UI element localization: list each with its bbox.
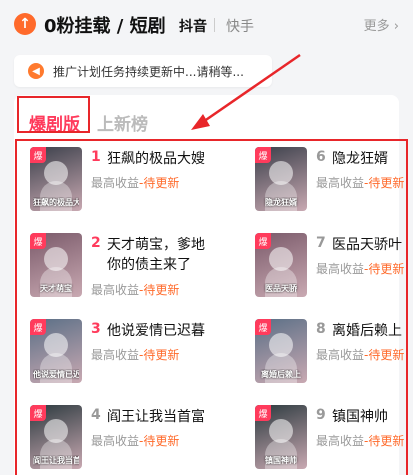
rank-number: 9 bbox=[316, 407, 326, 423]
drama-title[interactable]: 天才萌宝，爹地你的债主来了 bbox=[107, 235, 217, 275]
tab-douyin[interactable]: 抖音 bbox=[179, 16, 207, 36]
rank-number: 1 bbox=[91, 149, 101, 165]
earnings-label: 最高收益-待更新 bbox=[316, 346, 404, 363]
page-title: 0粉挂载 / 短剧 bbox=[44, 16, 166, 37]
cover-caption: 狂飙的极品大嫂 bbox=[33, 198, 79, 207]
hot-badge: 爆 bbox=[255, 319, 271, 335]
drama-title[interactable]: 隐龙狂婿 bbox=[332, 149, 413, 169]
drama-item[interactable]: 爆他说爱情已迟暮3他说爱情已迟暮最高收益-待更新 bbox=[30, 319, 210, 383]
cover-caption: 隐龙狂婿 bbox=[265, 198, 297, 207]
drama-item[interactable]: 爆天才萌宝 2 天才萌宝，爹地你的债主来了 最高收益-待更新 bbox=[30, 233, 210, 297]
header: ↑ 0粉挂载 / 短剧 抖音 快手 更多 › bbox=[0, 0, 413, 48]
drama-item[interactable]: 爆阎王让我当首富4阎王让我当首富最高收益-待更新 bbox=[30, 405, 210, 469]
drama-title[interactable]: 狂飙的极品大嫂 bbox=[107, 149, 217, 169]
drama-item[interactable]: 爆狂飙的极品大嫂1狂飙的极品大嫂最高收益-待更新 bbox=[30, 147, 210, 211]
earnings-label: 最高收益-待更新 bbox=[91, 346, 179, 363]
more-link[interactable]: 更多 › bbox=[364, 15, 399, 34]
drama-item[interactable]: 爆镇国神帅 9 镇国神帅 最高收益-待更新 bbox=[255, 405, 413, 469]
tab-hot-drama[interactable]: 爆剧版 bbox=[29, 110, 80, 135]
earnings-status: -待更新 bbox=[139, 176, 180, 190]
drama-title[interactable]: 阎王让我当首富 bbox=[107, 407, 217, 427]
hot-badge: 爆 bbox=[255, 405, 271, 421]
cover-caption: 阎王让我当首富 bbox=[33, 456, 79, 465]
cover-caption: 镇国神帅 bbox=[265, 456, 297, 465]
cover-caption: 医品天骄 bbox=[265, 284, 297, 293]
tab-new-list[interactable]: 上新榜 bbox=[97, 110, 148, 135]
cover-caption: 他说爱情已迟暮 bbox=[33, 370, 79, 379]
earnings-status: -待更新 bbox=[364, 176, 405, 190]
drama-title[interactable]: 离婚后赖上 bbox=[332, 321, 413, 341]
rank-number: 7 bbox=[316, 235, 326, 251]
earnings-label: 最高收益-待更新 bbox=[316, 260, 404, 277]
earnings-status: -待更新 bbox=[364, 262, 405, 276]
earnings-label: 最高收益-待更新 bbox=[316, 174, 404, 191]
hot-badge: 爆 bbox=[255, 233, 271, 249]
earnings-status: -待更新 bbox=[364, 348, 405, 362]
drama-title[interactable]: 镇国神帅 bbox=[332, 407, 413, 427]
drama-cover[interactable]: 爆狂飙的极品大嫂 bbox=[30, 147, 82, 211]
speaker-icon: ◀ bbox=[28, 63, 44, 79]
earnings-text: 最高收益 bbox=[316, 348, 365, 362]
earnings-label: 最高收益-待更新 bbox=[91, 281, 179, 298]
earnings-status: -待更新 bbox=[364, 434, 405, 448]
earnings-status: -待更新 bbox=[139, 348, 180, 362]
drama-item[interactable]: 爆离婚后赖上 8 离婚后赖上 最高收益-待更新 bbox=[255, 319, 413, 383]
notice-text: 推广计划任务持续更新中...请稍等... bbox=[53, 65, 244, 79]
earnings-text: 最高收益 bbox=[316, 176, 365, 190]
rank-number: 3 bbox=[91, 321, 101, 337]
hot-badge: 爆 bbox=[30, 147, 46, 163]
hot-badge: 爆 bbox=[30, 405, 46, 421]
earnings-text: 最高收益 bbox=[316, 262, 365, 276]
earnings-label: 最高收益-待更新 bbox=[91, 174, 179, 191]
earnings-status: -待更新 bbox=[139, 434, 180, 448]
drama-cover[interactable]: 爆镇国神帅 bbox=[255, 405, 307, 469]
drama-cover[interactable]: 爆离婚后赖上 bbox=[255, 319, 307, 383]
up-arrow-icon: ↑ bbox=[14, 13, 36, 35]
drama-item[interactable]: 爆隐龙狂婿 6 隐龙狂婿 最高收益-待更新 bbox=[255, 147, 413, 211]
hot-badge: 爆 bbox=[30, 233, 46, 249]
earnings-text: 最高收益 bbox=[91, 176, 140, 190]
cover-caption: 离婚后赖上 bbox=[261, 370, 301, 379]
hot-badge: 爆 bbox=[255, 147, 271, 163]
drama-cover[interactable]: 爆他说爱情已迟暮 bbox=[30, 319, 82, 383]
earnings-text: 最高收益 bbox=[91, 283, 140, 297]
rank-number: 4 bbox=[91, 407, 101, 423]
drama-cover[interactable]: 爆医品天骄 bbox=[255, 233, 307, 297]
notice-bar: ◀ 推广计划任务持续更新中...请稍等... bbox=[14, 55, 272, 87]
earnings-status: -待更新 bbox=[139, 283, 180, 297]
drama-title[interactable]: 医品天骄叶 bbox=[332, 235, 413, 255]
tab-kuaishou[interactable]: 快手 bbox=[226, 16, 254, 36]
drama-cover[interactable]: 爆阎王让我当首富 bbox=[30, 405, 82, 469]
drama-cover[interactable]: 爆隐龙狂婿 bbox=[255, 147, 307, 211]
drama-cover[interactable]: 爆天才萌宝 bbox=[30, 233, 82, 297]
earnings-text: 最高收益 bbox=[91, 434, 140, 448]
drama-item[interactable]: 爆医品天骄 7 医品天骄叶最高收益-待更新 bbox=[255, 233, 413, 297]
earnings-text: 最高收益 bbox=[91, 348, 140, 362]
earnings-text: 最高收益 bbox=[316, 434, 365, 448]
drama-title[interactable]: 他说爱情已迟暮 bbox=[107, 321, 217, 341]
tab-divider bbox=[214, 18, 215, 32]
earnings-label: 最高收益-待更新 bbox=[91, 432, 179, 449]
earnings-label: 最高收益-待更新 bbox=[316, 432, 404, 449]
hot-badge: 爆 bbox=[30, 319, 46, 335]
cover-caption: 天才萌宝 bbox=[40, 284, 72, 293]
rank-number: 2 bbox=[91, 235, 101, 251]
rank-number: 6 bbox=[316, 149, 326, 165]
rank-number: 8 bbox=[316, 321, 326, 337]
